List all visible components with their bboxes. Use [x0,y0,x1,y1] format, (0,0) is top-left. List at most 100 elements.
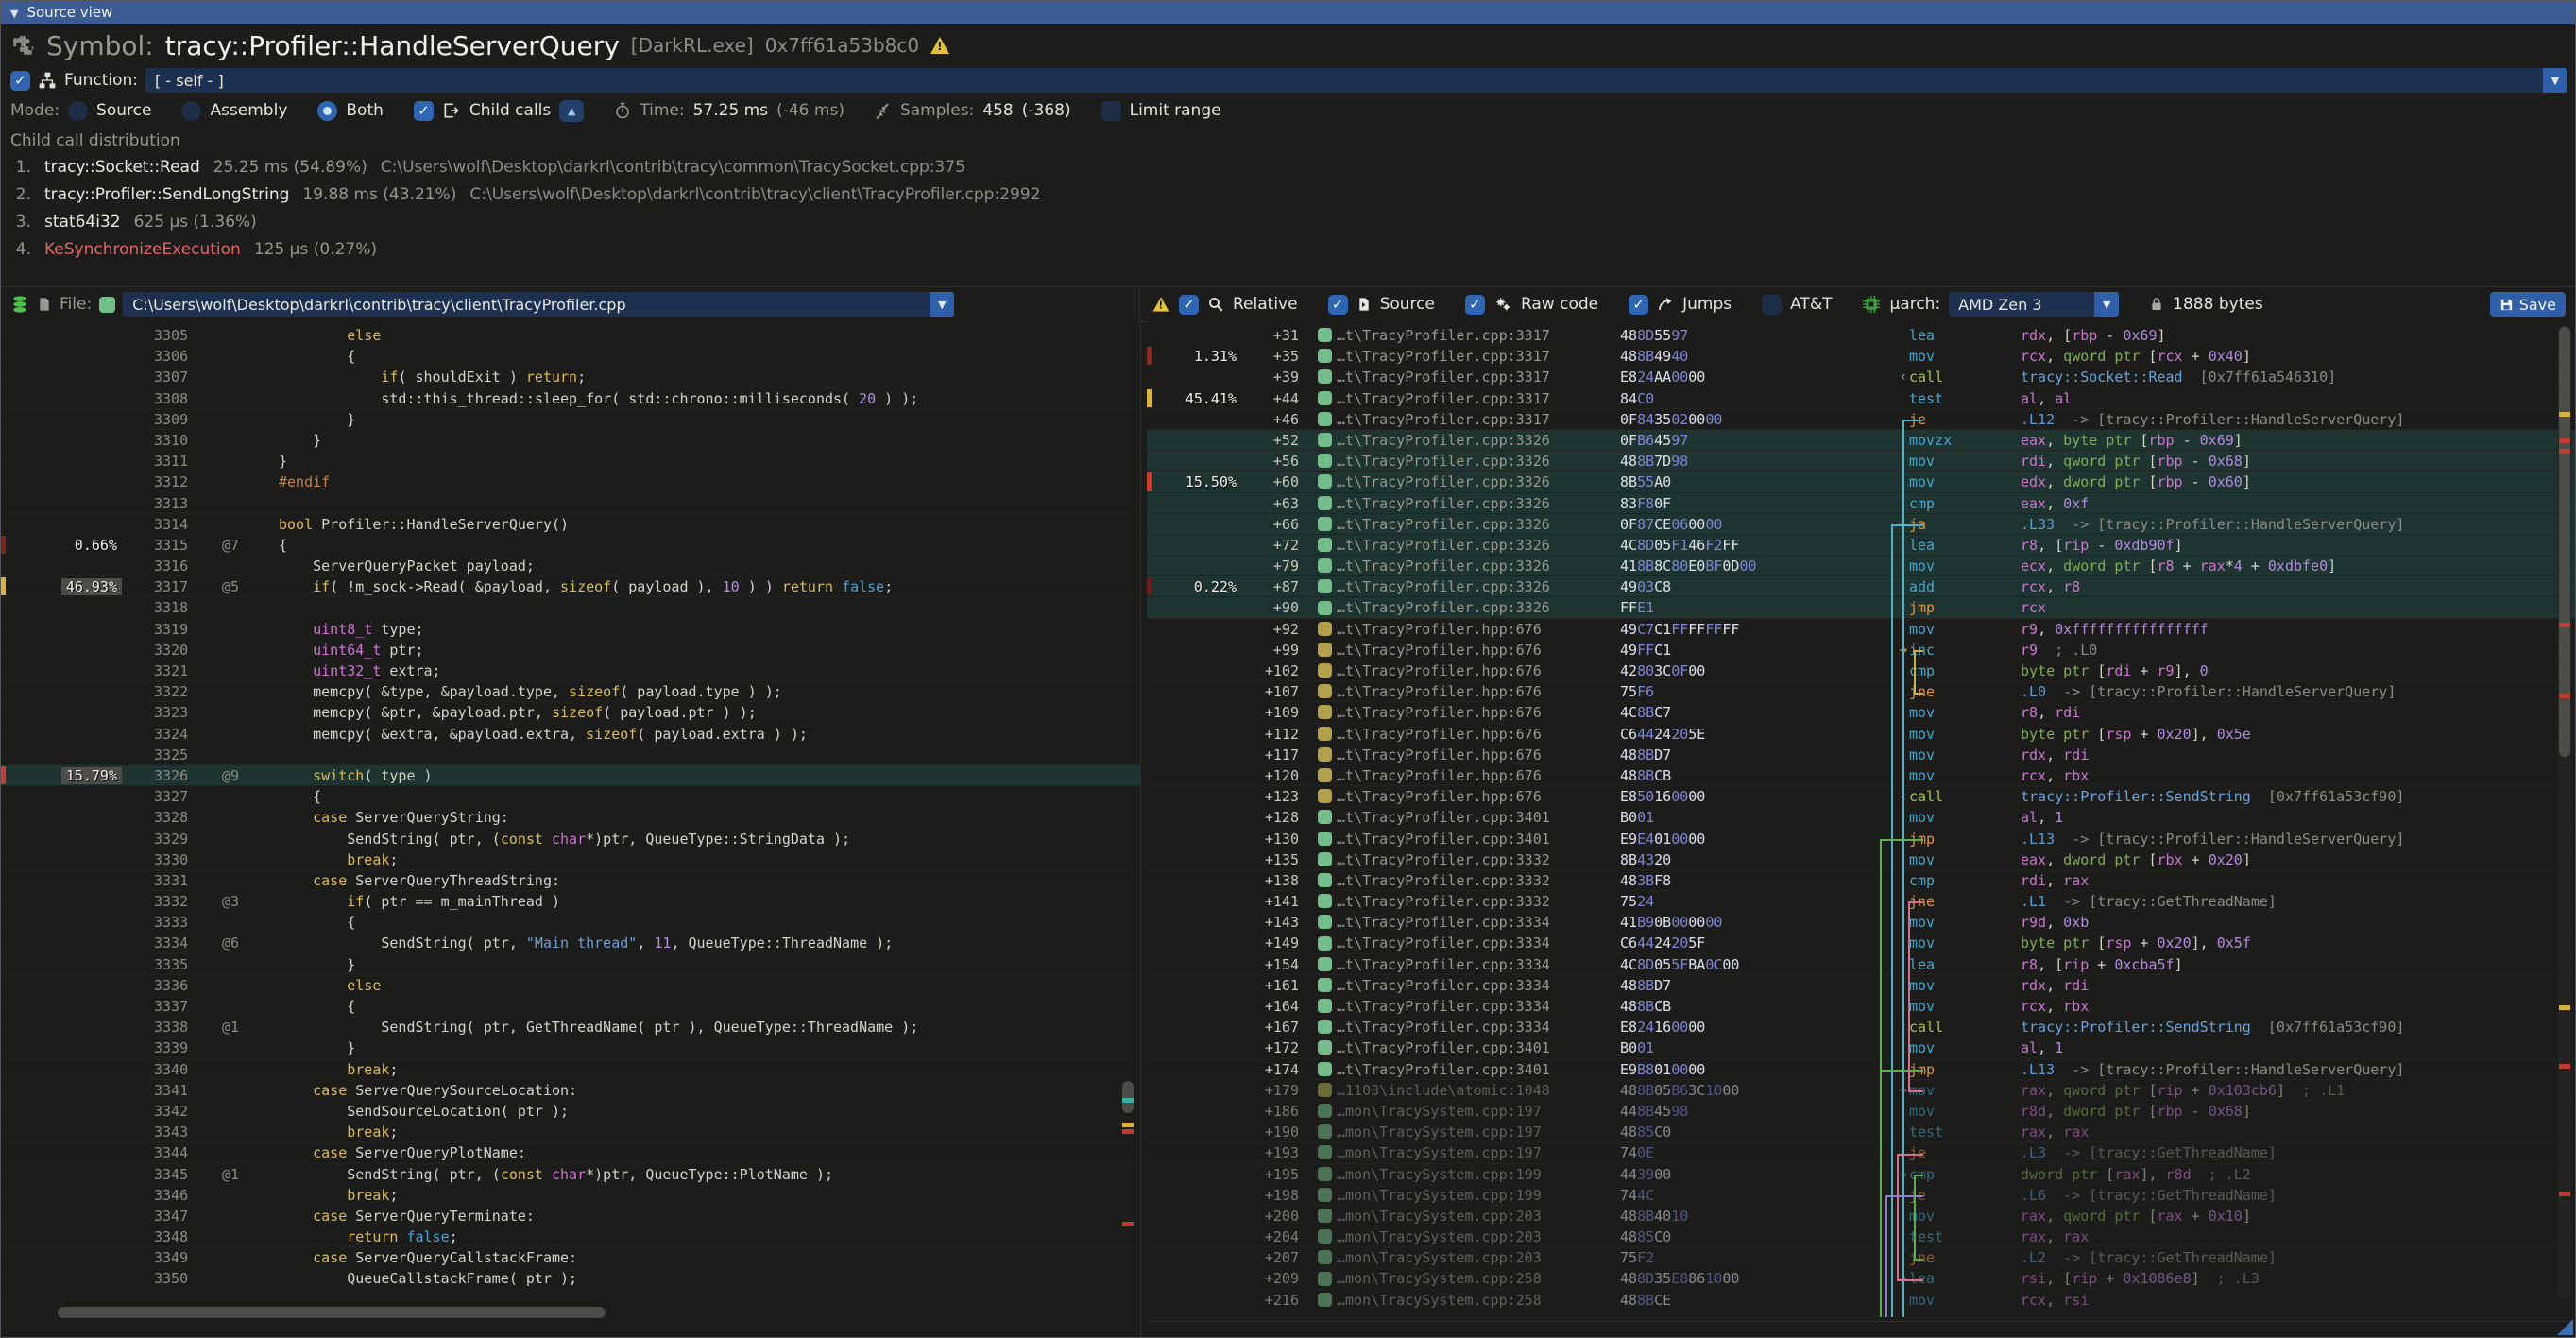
asm-location[interactable]: …mon\TracySystem.cpp:199 [1337,1164,1620,1184]
source-vertical-scrollbar[interactable] [1121,325,1134,1303]
parent-frame-button[interactable]: ▲ [559,100,584,122]
asm-location[interactable]: …t\TracyProfiler.cpp:3401 [1337,1059,1620,1079]
source-line[interactable]: 3338@1 SendString( ptr, GetThreadName( p… [1,1017,1140,1038]
source-line[interactable]: 3330 break; [1,849,1140,870]
asm-row[interactable]: +128…t\TracyProfiler.cpp:3401B001moval, … [1147,807,2575,828]
asm-row[interactable]: +90…t\TracyProfiler.cpp:3326FFE1‹jmprcx [1147,597,2575,618]
asm-location[interactable]: …t\TracyProfiler.cpp:3326 [1337,451,1620,471]
asm-row[interactable]: +92…t\TracyProfiler.hpp:67649C7C1FFFFFFF… [1147,619,2575,640]
asm-location[interactable]: …t\TracyProfiler.cpp:3326 [1337,535,1620,555]
source-line[interactable]: 3344 case ServerQueryPlotName: [1,1142,1140,1163]
asm-row[interactable]: +99…t\TracyProfiler.hpp:67649FFC1→incr9 … [1147,640,2575,660]
asm-row[interactable]: +130…t\TracyProfiler.cpp:3401E9E4010000j… [1147,829,2575,849]
source-horizontal-scrollbar[interactable] [58,1307,606,1318]
source-line[interactable]: 3342 SendSourceLocation( ptr ); [1,1101,1140,1122]
source-line[interactable]: 3307 if( shouldExit ) return; [1,367,1140,387]
source-line[interactable]: 3348 return false; [1,1226,1140,1247]
asm-location[interactable]: …mon\TracySystem.cpp:197 [1337,1101,1620,1121]
source-line[interactable]: 3310 } [1,430,1140,451]
asm-location[interactable]: …t\TracyProfiler.cpp:3334 [1337,954,1620,974]
mode-radio-source[interactable] [68,101,88,121]
asm-location[interactable]: …t\TracyProfiler.cpp:3334 [1337,1017,1620,1037]
asm-location[interactable]: …t\TracyProfiler.cpp:3326 [1337,430,1620,450]
asm-row[interactable]: +164…t\TracyProfiler.cpp:3334488BCBmovrc… [1147,996,2575,1017]
asm-row[interactable]: +174…t\TracyProfiler.cpp:3401E9B8010000j… [1147,1059,2575,1080]
asm-location[interactable]: …t\TracyProfiler.hpp:676 [1337,681,1620,701]
child-calls-label[interactable]: Child calls [469,101,551,120]
asm-row[interactable]: 15.50%+60…t\TracyProfiler.cpp:33268B55A0… [1147,472,2575,492]
asm-row[interactable]: +117…t\TracyProfiler.hpp:676488BD7movrdx… [1147,745,2575,765]
source-line[interactable]: 3323 memcpy( &ptr, &payload.ptr, sizeof(… [1,702,1140,723]
asm-row[interactable]: +216…mon\TracySystem.cpp:258488BCEmovrcx… [1147,1290,2575,1311]
asm-row[interactable]: +198…mon\TracySystem.cpp:199744Cje.L6 ->… [1147,1185,2575,1206]
child-call-row[interactable]: 1.tracy::Socket::Read25.25 ms (54.89%)C:… [10,154,2567,181]
mode-radio-both-label[interactable]: Both [346,101,384,120]
source-line[interactable]: 3324 memcpy( &extra, &payload.extra, siz… [1,724,1140,745]
jumps-label[interactable]: Jumps [1682,295,1732,314]
source-line[interactable]: 3321 uint32_t extra; [1,660,1140,681]
source-line[interactable]: 3316 ServerQueryPacket payload; [1,556,1140,576]
asm-row[interactable]: 1.31%+35…t\TracyProfiler.cpp:3317488B494… [1147,346,2575,367]
window-titlebar[interactable]: ▼Source view [1,1,2575,24]
uarch-combo-arrow-icon[interactable]: ▼ [2094,292,2119,317]
source-line[interactable]: 3336 else [1,975,1140,996]
function-checkbox[interactable]: ✓ [10,71,30,91]
asm-vertical-scrollbar[interactable] [2558,325,2571,1299]
relative-checkbox[interactable]: ✓ [1179,295,1199,315]
asm-location[interactable]: …1103\include\atomic:1048 [1337,1080,1620,1100]
asm-row[interactable]: +123…t\TracyProfiler.hpp:676E850160000‹c… [1147,786,2575,807]
asm-row[interactable]: +52…t\TracyProfiler.cpp:33260FB64597movz… [1147,430,2575,451]
asm-location[interactable]: …t\TracyProfiler.cpp:3326 [1337,472,1620,491]
asm-location[interactable]: …t\TracyProfiler.hpp:676 [1337,640,1620,660]
asm-location[interactable]: …t\TracyProfiler.cpp:3401 [1337,829,1620,849]
att-label[interactable]: AT&T [1790,295,1832,314]
asm-row[interactable]: +63…t\TracyProfiler.cpp:332683F80Fcmpeax… [1147,493,2575,514]
asm-location[interactable]: …mon\TracySystem.cpp:203 [1337,1226,1620,1246]
source-line[interactable]: 3349 case ServerQueryCallstackFrame: [1,1247,1140,1268]
asm-row[interactable]: +143…t\TracyProfiler.cpp:333441B90B00000… [1147,912,2575,933]
asm-location[interactable]: …t\TracyProfiler.hpp:676 [1337,660,1620,680]
source-line[interactable]: 3334@6 SendString( ptr, "Main thread", 1… [1,933,1140,953]
asm-row[interactable]: +207…mon\TracySystem.cpp:20375F2jne.L2 -… [1147,1247,2575,1268]
asm-row[interactable]: +56…t\TracyProfiler.cpp:3326488B7D98movr… [1147,451,2575,472]
source-line[interactable]: 3319 uint8_t type; [1,619,1140,640]
source-line[interactable]: 15.79%3326@9 switch( type ) [1,765,1140,786]
asm-row[interactable]: +135…t\TracyProfiler.cpp:33328B4320movea… [1147,849,2575,870]
asm-location[interactable]: …t\TracyProfiler.hpp:676 [1337,724,1620,744]
asm-location[interactable]: …t\TracyProfiler.cpp:3317 [1337,409,1620,429]
source-line[interactable]: 3343 break; [1,1122,1140,1142]
asm-row[interactable]: +112…t\TracyProfiler.hpp:676C64424205Emo… [1147,724,2575,745]
asm-row[interactable]: +200…mon\TracySystem.cpp:203488B4010movr… [1147,1206,2575,1226]
asm-row[interactable]: +204…mon\TracySystem.cpp:2034885C0testra… [1147,1226,2575,1247]
source-line[interactable]: 3335 } [1,954,1140,975]
asm-location[interactable]: …t\TracyProfiler.cpp:3334 [1337,933,1620,952]
asm-location[interactable]: …t\TracyProfiler.cpp:3326 [1337,597,1620,617]
save-button[interactable]: Save [2490,292,2566,317]
source-line[interactable]: 3347 case ServerQueryTerminate: [1,1206,1140,1226]
asm-location[interactable]: …mon\TracySystem.cpp:197 [1337,1142,1620,1162]
source-line[interactable]: 3341 case ServerQuerySourceLocation: [1,1080,1140,1101]
asm-row[interactable]: 45.41%+44…t\TracyProfiler.cpp:331784C0te… [1147,388,2575,409]
asm-row[interactable]: +179…1103\include\atomic:1048488B05B63C1… [1147,1080,2575,1101]
source-checkbox[interactable]: ✓ [1328,295,1348,315]
source-line[interactable]: 3305 else [1,325,1140,346]
asm-row[interactable]: +66…t\TracyProfiler.cpp:33260F87CE060000… [1147,514,2575,535]
asm-row[interactable]: +141…t\TracyProfiler.cpp:33327524jne.L1 … [1147,891,2575,912]
mode-radio-both[interactable] [317,101,337,121]
child-call-row[interactable]: 4.KeSynchronizeExecution125 µs (0.27%) [10,236,2567,264]
raw-code-label[interactable]: Raw code [1521,295,1598,314]
asm-row[interactable]: +46…t\TracyProfiler.cpp:33170F8435020000… [1147,409,2575,430]
child-calls-checkbox[interactable]: ✓ [414,101,434,121]
source-line[interactable]: 3346 break; [1,1185,1140,1206]
asm-location[interactable]: …t\TracyProfiler.cpp:3401 [1337,807,1620,827]
source-line[interactable]: 0.66%3315@7{ [1,535,1140,556]
source-line[interactable]: 3332@3 if( ptr == m_mainThread ) [1,891,1140,912]
source-line[interactable]: 3340 break; [1,1059,1140,1080]
asm-row[interactable]: +79…t\TracyProfiler.cpp:3326418B8C80E0BF… [1147,556,2575,576]
asm-row[interactable]: 0.22%+87…t\TracyProfiler.cpp:33264903C8a… [1147,576,2575,597]
asm-location[interactable]: …t\TracyProfiler.cpp:3332 [1337,870,1620,890]
source-line[interactable]: 3331 case ServerQueryThreadString: [1,870,1140,891]
source-line[interactable]: 3339 } [1,1038,1140,1058]
asm-row[interactable]: +102…t\TracyProfiler.hpp:67642803C0F00cm… [1147,660,2575,681]
source-line[interactable]: 3333 { [1,912,1140,933]
